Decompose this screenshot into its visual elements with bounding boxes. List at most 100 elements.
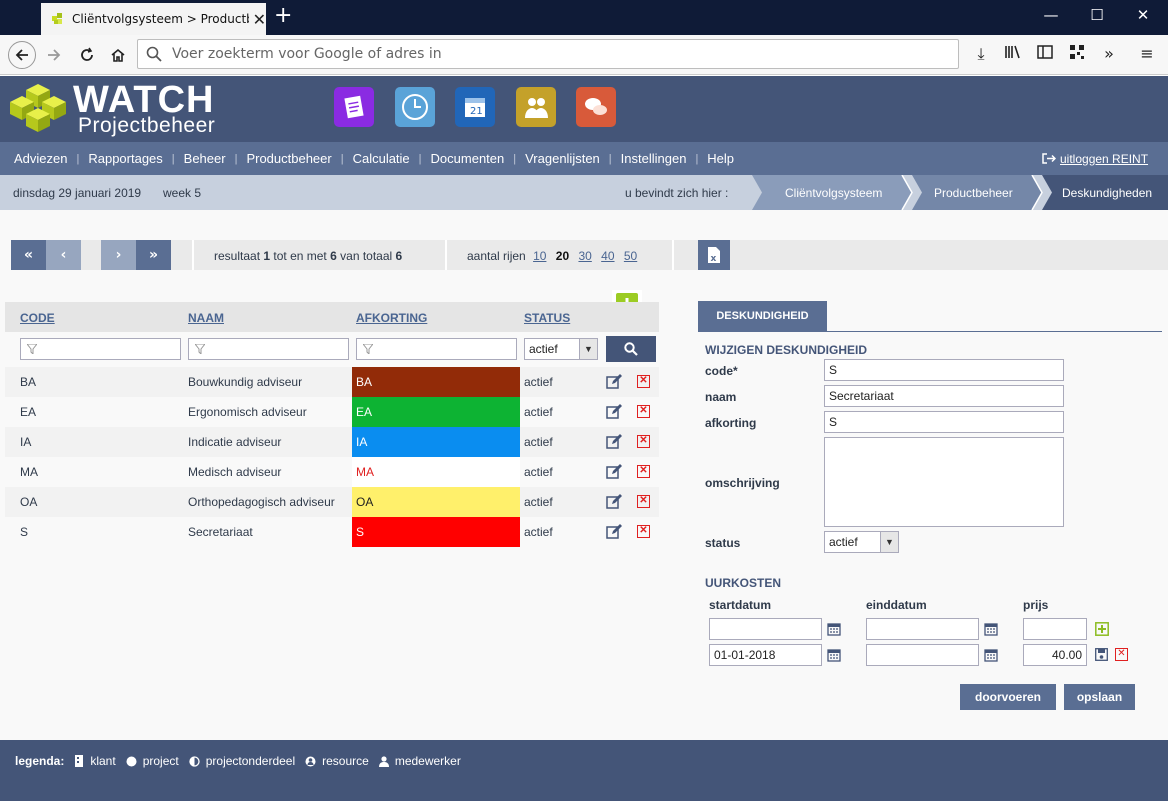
breadcrumb-item-productbeheer[interactable]: Productbeheer	[934, 175, 1013, 210]
menu-item-beheer[interactable]: Beheer	[184, 151, 226, 166]
delete-icon[interactable]: ✕	[637, 525, 650, 538]
table-row[interactable]: EA Ergonomisch adviseur EA actief ✕	[5, 397, 659, 427]
status-select[interactable]: actief ▼	[824, 531, 899, 553]
menu-item-rapportages[interactable]: Rapportages	[88, 151, 162, 166]
rows-option-10[interactable]: 10	[533, 249, 546, 263]
search-button[interactable]	[606, 336, 656, 362]
startdatum-field[interactable]: 01-01-2018	[709, 644, 822, 666]
einddatum-field[interactable]	[866, 644, 979, 666]
menu-item-calculatie[interactable]: Calculatie	[353, 151, 410, 166]
menu-item-adviezen[interactable]: Adviezen	[14, 151, 67, 166]
home-icon[interactable]	[104, 41, 132, 69]
edit-icon[interactable]	[606, 464, 623, 480]
table-row[interactable]: MA Medisch adviseur MA actief ✕	[5, 457, 659, 487]
save-rate-icon[interactable]	[1095, 648, 1108, 661]
panel-title-deskundigheid[interactable]: DESKUNDIGHEID	[698, 301, 827, 331]
address-bar[interactable]: Voer zoekterm voor Google of adres in	[137, 39, 959, 69]
table-row[interactable]: OA Orthopedagogisch adviseur OA actief ✕	[5, 487, 659, 517]
table-row[interactable]: IA Indicatie adviseur IA actief ✕	[5, 427, 659, 457]
add-rate-icon[interactable]	[1095, 622, 1109, 636]
edit-icon[interactable]	[606, 374, 623, 390]
filter-code-input[interactable]	[20, 338, 181, 360]
afkorting-field[interactable]: S	[824, 411, 1064, 433]
prijs-field[interactable]	[1023, 618, 1087, 640]
code-field[interactable]: S	[824, 359, 1064, 381]
filter-naam-input[interactable]	[188, 338, 349, 360]
calendar-app-icon[interactable]: 21	[455, 87, 495, 127]
edit-icon[interactable]	[606, 434, 623, 450]
menu-separator: |	[234, 152, 238, 165]
chat-app-icon[interactable]	[576, 87, 616, 127]
documents-app-icon[interactable]	[334, 87, 374, 127]
einddatum-field[interactable]	[866, 618, 979, 640]
rows-option-50[interactable]: 50	[624, 249, 637, 263]
close-tab-icon[interactable]: ✕	[253, 10, 266, 29]
next-page-button[interactable]: ›	[101, 240, 136, 270]
edit-icon[interactable]	[606, 524, 623, 540]
menu-item-vragenlijsten[interactable]: Vragenlijsten	[525, 151, 600, 166]
calendar-icon[interactable]	[827, 622, 841, 639]
watch-logo-icon[interactable]	[6, 82, 74, 143]
forward-icon[interactable]	[40, 41, 68, 69]
delete-icon[interactable]: ✕	[637, 405, 650, 418]
delete-icon[interactable]: ✕	[637, 495, 650, 508]
calendar-icon[interactable]	[984, 622, 998, 639]
rows-option-20[interactable]: 20	[556, 249, 569, 263]
back-icon[interactable]	[8, 41, 36, 69]
cell-naam: Ergonomisch adviseur	[188, 405, 307, 419]
edit-icon[interactable]	[606, 404, 623, 420]
prijs-field[interactable]: 40.00	[1023, 644, 1087, 666]
rows-option-30[interactable]: 30	[578, 249, 591, 263]
prev-page-button[interactable]: ‹	[46, 240, 81, 270]
maximize-icon[interactable]: ☐	[1087, 6, 1107, 24]
breadcrumb-item-clientvolgsysteem[interactable]: Cliëntvolgsysteem	[785, 175, 882, 210]
excel-export-button[interactable]: x	[698, 240, 730, 270]
table-row[interactable]: S Secretariaat Sactief ✕	[5, 517, 659, 547]
new-tab-icon[interactable]: +	[274, 5, 292, 27]
menu-item-productbeheer[interactable]: Productbeheer	[246, 151, 331, 166]
favicon-icon	[51, 12, 65, 26]
opslaan-button[interactable]: opslaan	[1064, 684, 1135, 710]
calendar-icon[interactable]	[984, 648, 998, 665]
logo-subtitle: Projectbeheer	[78, 114, 216, 137]
prijs-header: prijs	[1023, 598, 1049, 612]
naam-label: naam	[705, 390, 737, 404]
qr-code-icon[interactable]	[1066, 44, 1088, 63]
edit-icon[interactable]	[606, 494, 623, 510]
column-header-code[interactable]: CODE	[20, 311, 55, 325]
menu-item-documenten[interactable]: Documenten	[431, 151, 505, 166]
calendar-icon[interactable]	[827, 648, 841, 665]
menu-item-instellingen[interactable]: Instellingen	[621, 151, 687, 166]
reload-icon[interactable]	[73, 41, 101, 69]
omschrijving-textarea[interactable]	[824, 437, 1064, 527]
filter-afkorting-input[interactable]	[356, 338, 517, 360]
startdatum-field[interactable]	[709, 618, 822, 640]
download-icon[interactable]: ⤓	[970, 44, 992, 64]
menu-separator: |	[76, 152, 80, 165]
delete-icon[interactable]: ✕	[637, 465, 650, 478]
people-app-icon[interactable]	[516, 87, 556, 127]
minimize-icon[interactable]: —	[1041, 6, 1061, 24]
table-row[interactable]: BA Bouwkundig adviseur BA actief ✕	[5, 367, 659, 397]
first-page-button[interactable]: «	[11, 240, 46, 270]
column-header-afkorting[interactable]: AFKORTING	[356, 311, 427, 325]
last-page-button[interactable]: »	[136, 240, 171, 270]
naam-field[interactable]: Secretariaat	[824, 385, 1064, 407]
column-header-naam[interactable]: NAAM	[188, 311, 224, 325]
logout-link[interactable]: uitloggen REINT	[1042, 152, 1148, 166]
overflow-menu-icon[interactable]: »	[1098, 44, 1120, 63]
menu-item-help[interactable]: Help	[707, 151, 734, 166]
clock-app-icon[interactable]	[395, 87, 435, 127]
browser-tab[interactable]: Cliëntvolgsysteem > Productbeheer ✕	[41, 3, 266, 35]
rows-option-40[interactable]: 40	[601, 249, 614, 263]
delete-icon[interactable]: ✕	[637, 375, 650, 388]
sidebar-icon[interactable]	[1034, 44, 1056, 63]
delete-rate-icon[interactable]: ✕	[1115, 648, 1128, 661]
column-header-status[interactable]: STATUS	[524, 311, 570, 325]
filter-status-select[interactable]: actief ▼	[524, 338, 598, 360]
delete-icon[interactable]: ✕	[637, 435, 650, 448]
library-icon[interactable]	[1002, 44, 1024, 64]
doorvoeren-button[interactable]: doorvoeren	[960, 684, 1056, 710]
close-window-icon[interactable]: ✕	[1133, 6, 1153, 24]
hamburger-menu-icon[interactable]: ≡	[1136, 44, 1158, 63]
